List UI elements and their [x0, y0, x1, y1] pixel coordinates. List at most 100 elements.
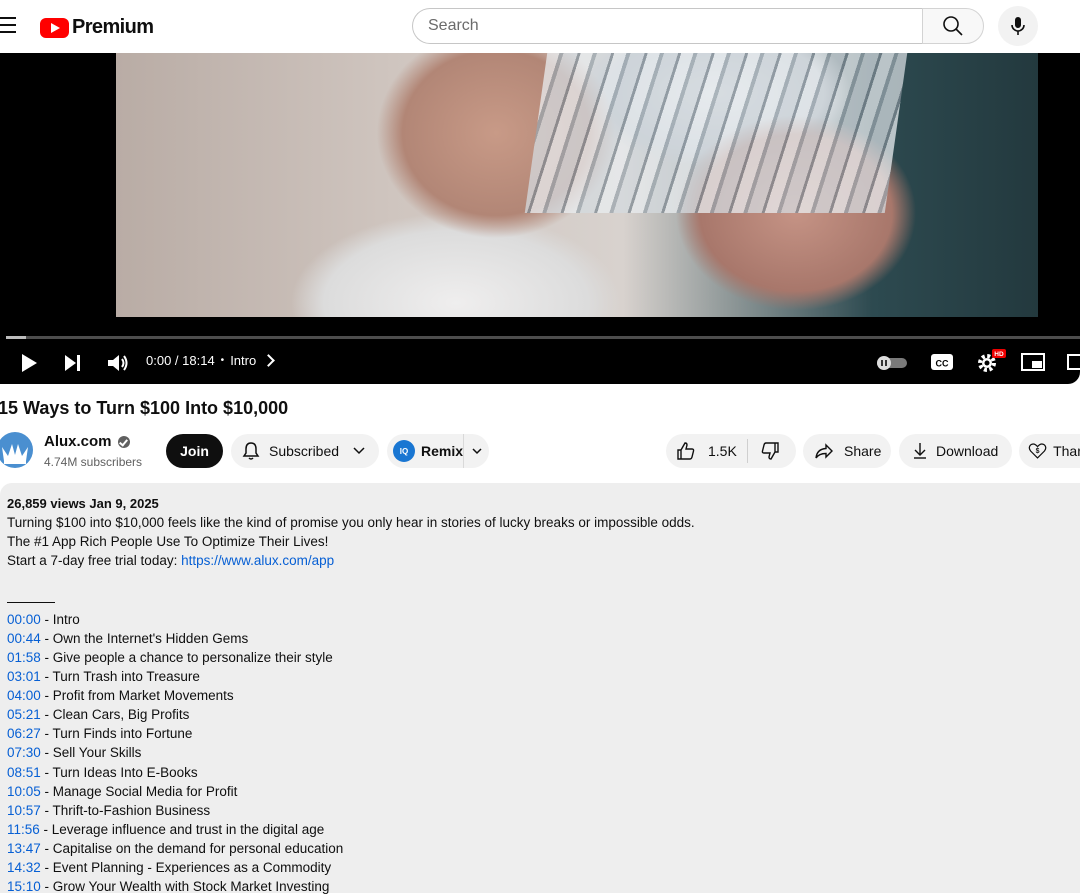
voice-search-button[interactable] [998, 6, 1038, 46]
subscriber-count: 4.74M subscribers [44, 455, 143, 469]
video-title: 15 Ways to Turn $100 Into $10,000 [0, 398, 289, 418]
channel-avatar[interactable] [0, 431, 34, 469]
chapter-timestamp-link[interactable]: 03:01 [7, 669, 41, 684]
chapter-timestamp-link[interactable]: 10:57 [7, 803, 41, 818]
app-link[interactable]: https://www.alux.com/app [181, 553, 334, 568]
heart-dollar-icon: $ [1028, 443, 1047, 459]
progress-bar[interactable] [6, 336, 1080, 339]
banknotes-image [524, 53, 908, 213]
chapter-item: 00:44 - Own the Internet's Hidden Gems [7, 629, 343, 648]
chapter-item: 04:00 - Profit from Market Movements [7, 686, 343, 705]
chapter-item: 01:58 - Give people a chance to personal… [7, 648, 343, 667]
share-button[interactable]: Share [803, 434, 891, 468]
volume-icon[interactable] [106, 352, 130, 374]
search-box[interactable] [412, 8, 922, 44]
subscribed-label: Subscribed [269, 443, 340, 459]
chapter-button[interactable]: Intro [230, 353, 256, 368]
chapter-title: - Turn Trash into Treasure [40, 669, 200, 685]
chapter-timestamp-link[interactable]: 10:05 [7, 784, 41, 799]
chevron-right-icon [262, 354, 276, 367]
svg-text:CC: CC [936, 359, 949, 369]
chapter-title: - Sell Your Skills [40, 745, 142, 761]
search-input[interactable] [413, 9, 908, 43]
description-panel[interactable]: 26,859 views Jan 9, 2025 Turning $100 in… [0, 483, 1080, 894]
chapter-item: 08:51 - Turn Ideas Into E-Books [7, 763, 343, 782]
miniplayer-icon[interactable] [1020, 352, 1046, 372]
channel-name[interactable]: Alux.com [44, 433, 112, 450]
like-count: 1.5K [708, 443, 737, 459]
youtube-premium-logo[interactable]: Premium [40, 16, 154, 39]
chapter-item: 06:27 - Turn Finds into Fortune [7, 724, 343, 743]
chapter-item: 07:30 - Sell Your Skills [7, 743, 343, 762]
separator-dot: • [220, 355, 225, 366]
share-arrow-icon [815, 443, 833, 459]
chapter-title: - Event Planning - Experiences as a Comm… [40, 859, 332, 875]
theater-mode-icon[interactable] [1066, 352, 1080, 372]
remix-chevron-down-icon[interactable] [471, 445, 483, 457]
remix-app-icon: IQ [393, 440, 415, 462]
chapter-item: 14:32 - Event Planning - Experiences as … [7, 858, 343, 877]
crown-avatar-icon [0, 432, 33, 468]
chevron-down-icon [353, 447, 365, 455]
trial-text: Start a 7-day free trial today: [7, 553, 182, 568]
settings-gear-icon[interactable]: HD [976, 349, 1006, 375]
join-button[interactable]: Join [166, 434, 223, 468]
download-button[interactable]: Download [899, 434, 1012, 468]
like-button[interactable]: 1.5K [666, 434, 747, 468]
description-line: Turning $100 into $10,000 feels like the… [7, 515, 695, 530]
download-icon [914, 443, 926, 459]
chapter-timestamp-link[interactable]: 13:47 [7, 841, 41, 856]
svg-text:HD: HD [994, 351, 1004, 358]
chapter-title: - Clean Cars, Big Profits [40, 707, 190, 723]
remix-divider [463, 434, 464, 468]
time-display: 0:00 / 18:14 • Intro [146, 353, 276, 368]
share-label: Share [844, 443, 882, 459]
video-player[interactable]: 0:00 / 18:14 • Intro CC HD [0, 53, 1080, 384]
microphone-icon [1011, 17, 1025, 35]
chapter-title: - Own the Internet's Hidden Gems [40, 631, 249, 647]
chapter-item: 13:47 - Capitalise on the demand for per… [7, 839, 343, 858]
chapter-timestamp-link[interactable]: 07:30 [7, 745, 41, 760]
autoplay-toggle-icon[interactable] [875, 355, 909, 371]
subscribed-button[interactable]: Subscribed [231, 434, 379, 468]
search-button[interactable] [922, 8, 984, 44]
next-icon[interactable] [62, 352, 84, 374]
chapter-timestamp-link[interactable]: 11:56 [7, 822, 40, 837]
chapter-timestamp-link[interactable]: 05:21 [7, 707, 41, 722]
chapter-timestamp-link[interactable]: 14:32 [7, 860, 41, 875]
video-frame[interactable] [116, 53, 1038, 317]
chapter-title: - Intro [40, 612, 80, 627]
chapter-timestamp-link[interactable]: 08:51 [7, 765, 41, 780]
chapter-timestamp-link[interactable]: 01:58 [7, 650, 41, 665]
divider-line [7, 602, 55, 603]
chapter-item: 03:01 - Turn Trash into Treasure [7, 667, 343, 686]
like-dislike-group: 1.5K [666, 434, 796, 468]
remix-label: Remix [421, 443, 464, 459]
channel-name-row[interactable]: Alux.com [44, 433, 130, 450]
thanks-button[interactable]: $ Thanks [1019, 434, 1080, 468]
chapter-title: - Capitalise on the demand for personal … [40, 840, 344, 856]
dislike-button[interactable] [748, 434, 796, 468]
chapter-timestamp-link[interactable]: 06:27 [7, 726, 41, 741]
description-line: The #1 App Rich People Use To Optimize T… [7, 534, 329, 549]
chapter-timestamp-link[interactable]: 00:00 [7, 612, 41, 627]
chapter-title: - Profit from Market Movements [40, 688, 234, 704]
bell-icon [242, 442, 260, 460]
chapter-title: - Thrift-to-Fashion Business [40, 802, 211, 818]
chapter-item: 05:21 - Clean Cars, Big Profits [7, 705, 343, 724]
logo-text: Premium [72, 16, 154, 38]
views-and-date: 26,859 views Jan 9, 2025 [7, 496, 159, 511]
hamburger-menu-icon[interactable] [0, 17, 16, 35]
svg-text:$: $ [1036, 448, 1040, 455]
chapter-title: - Leverage influence and trust in the di… [39, 821, 325, 837]
progress-played [6, 336, 26, 339]
chapter-item: 10:57 - Thrift-to-Fashion Business [7, 801, 343, 820]
chapter-timestamp-link[interactable]: 00:44 [7, 631, 41, 646]
closed-captions-icon[interactable]: CC [930, 352, 954, 372]
play-icon[interactable] [18, 352, 40, 374]
chapter-item: 11:56 - Leverage influence and trust in … [7, 820, 343, 839]
chapter-timestamp-link[interactable]: 15:10 [7, 879, 41, 894]
remix-button[interactable]: IQ Remix [387, 434, 489, 468]
chapter-timestamp-link[interactable]: 04:00 [7, 688, 41, 703]
chapter-title: - Give people a chance to personalize th… [40, 650, 333, 666]
